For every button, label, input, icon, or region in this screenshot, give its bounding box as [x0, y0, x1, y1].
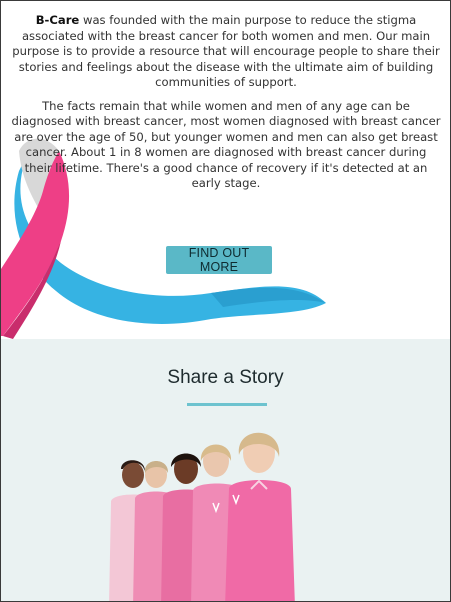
women-in-pink-photo — [109, 432, 295, 601]
intro-paragraph-1: B-Care was founded with the main purpose… — [11, 13, 441, 91]
share-story-heading: Share a Story — [167, 367, 284, 388]
share-story-section: Share a Story — [1, 339, 450, 601]
intro-text: B-Care was founded with the main purpose… — [11, 13, 441, 200]
heading-underline — [187, 403, 267, 406]
find-out-more-button[interactable]: FIND OUT MORE — [166, 246, 272, 274]
page-frame: B-Care was founded with the main purpose… — [0, 0, 451, 602]
intro-paragraph-2: The facts remain that while women and me… — [11, 98, 441, 191]
brand-name: B-Care — [35, 13, 80, 27]
about-section: B-Care was founded with the main purpose… — [1, 1, 450, 339]
